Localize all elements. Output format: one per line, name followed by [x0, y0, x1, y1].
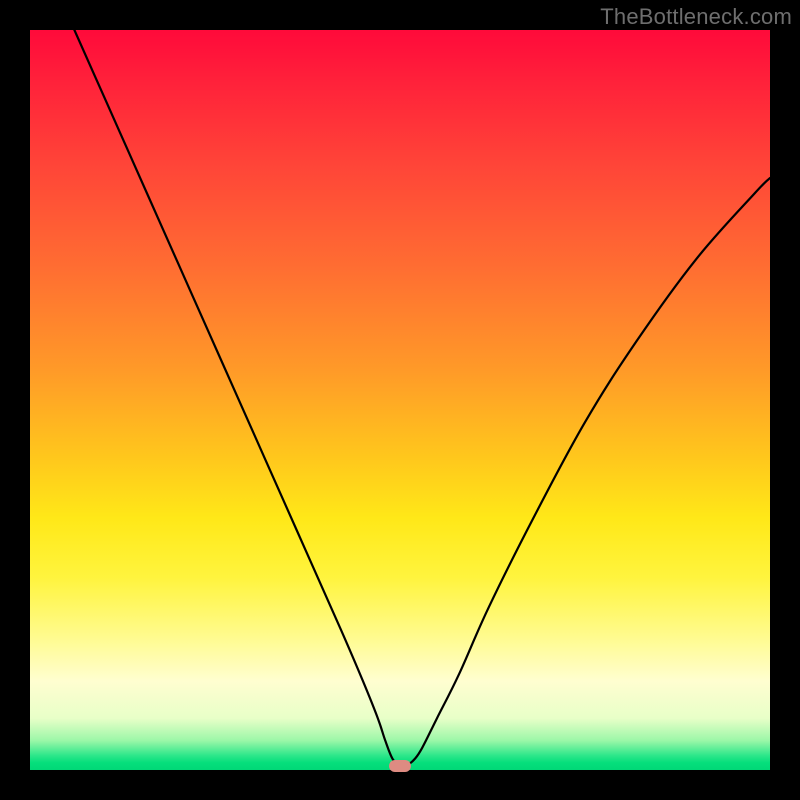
plot-area: [30, 30, 770, 770]
bottleneck-curve: [30, 30, 770, 770]
chart-frame: TheBottleneck.com: [0, 0, 800, 800]
minimum-marker: [389, 760, 411, 772]
watermark-text: TheBottleneck.com: [600, 4, 792, 30]
